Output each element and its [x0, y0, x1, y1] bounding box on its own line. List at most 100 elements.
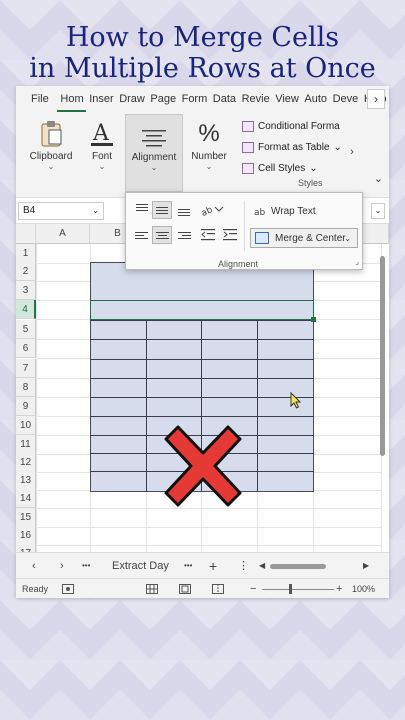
cell-styles-icon	[242, 163, 254, 174]
row-header-16[interactable]: 16	[16, 526, 36, 545]
column-header-a[interactable]: A	[36, 224, 90, 244]
svg-text:A: A	[92, 121, 110, 146]
menu-home[interactable]: Hom	[57, 86, 87, 112]
align-center-button[interactable]	[152, 226, 172, 244]
row-header-15[interactable]: 15	[16, 508, 36, 527]
page-layout-icon[interactable]	[179, 579, 191, 598]
headline-line-2: in Multiple Rows at Once	[29, 53, 376, 84]
row-header-7[interactable]: 7	[16, 359, 36, 378]
menu-insert[interactable]: Inser	[86, 86, 116, 112]
sheet-tab-extract-day[interactable]: Extract Day	[112, 553, 169, 579]
vertical-scrollbar-thumb[interactable]	[380, 256, 385, 456]
selection-range[interactable]	[90, 300, 314, 320]
orientation-button[interactable]: ab	[200, 201, 228, 219]
zoom-slider-knob[interactable]	[289, 584, 292, 594]
row-header-8[interactable]: 8	[16, 378, 36, 397]
format-as-table-button[interactable]: Format as Table ⌄	[242, 137, 342, 158]
chevron-down-icon[interactable]: ⌄	[344, 234, 351, 243]
ribbon-expand-chevron[interactable]: ⌄	[374, 172, 383, 185]
conditional-formatting-label: Conditional Forma	[258, 121, 340, 132]
row-header-13[interactable]: 13	[16, 471, 36, 490]
status-ready: Ready	[22, 584, 49, 594]
macro-record-icon[interactable]	[62, 579, 74, 598]
status-bar: Ready − + 100%	[16, 578, 389, 598]
ribbon-scroll-right[interactable]: ›	[342, 112, 362, 192]
row-header-1[interactable]: 1	[16, 244, 36, 263]
zoom-slider-track[interactable]	[262, 589, 334, 590]
row-header-9[interactable]: 9	[16, 397, 36, 416]
row-header-10[interactable]: 10	[16, 416, 36, 435]
sheet-more-button[interactable]: •••	[184, 553, 192, 579]
table-row-border	[90, 378, 314, 379]
increase-indent-button[interactable]	[220, 226, 240, 244]
conditional-formatting-button[interactable]: Conditional Forma	[242, 116, 342, 137]
hscroll-left-button[interactable]: ◀	[259, 553, 265, 579]
dialog-launcher-icon[interactable]: ⌟	[355, 257, 359, 266]
kebab-icon[interactable]: ⋮	[238, 553, 249, 579]
chevron-down-icon: ⌄	[47, 162, 55, 171]
row-header-2[interactable]: 2	[16, 262, 36, 281]
vertical-scrollbar[interactable]	[380, 246, 385, 546]
add-sheet-button[interactable]: +	[209, 553, 217, 579]
align-right-button[interactable]	[174, 226, 194, 244]
select-all-corner[interactable]	[16, 224, 36, 244]
row-header-5[interactable]: 5	[16, 320, 36, 339]
chevron-down-icon: ⌄	[333, 142, 342, 153]
row-header-14[interactable]: 14	[16, 489, 36, 508]
merge-center-button[interactable]: Merge & Center ⌄	[250, 228, 358, 248]
menu-automate[interactable]: Auto	[301, 86, 329, 112]
table-column-border	[257, 320, 258, 492]
sheet-overflow-button[interactable]: •••	[82, 553, 90, 579]
menu-data[interactable]: Data	[210, 86, 239, 112]
bottom-align-button[interactable]	[174, 201, 194, 219]
number-group[interactable]: % Number ⌄	[182, 114, 236, 192]
sheet-tab-bar: ‹ › ••• Extract Day ••• + ⋮ ◀ ▶	[16, 552, 389, 578]
page-break-icon[interactable]	[212, 579, 224, 598]
row-header-4[interactable]: 4	[16, 300, 36, 319]
menu-more-button[interactable]: ›	[367, 89, 385, 109]
gridline-column	[36, 244, 37, 552]
menu-file[interactable]: File	[28, 86, 51, 112]
top-align-button[interactable]	[132, 201, 152, 219]
middle-align-button[interactable]	[152, 201, 172, 219]
cell-styles-button[interactable]: Cell Styles ⌄	[242, 158, 342, 179]
chevron-down-icon: ⌄	[150, 163, 158, 172]
clipboard-group[interactable]: Clipboard ⌄	[22, 114, 80, 192]
zoom-in-button[interactable]: +	[336, 579, 342, 598]
hscroll-right-button[interactable]: ▶	[363, 553, 369, 579]
menu-review[interactable]: Revie	[239, 86, 273, 112]
name-box-value: B4	[23, 205, 36, 216]
font-group[interactable]: A Font ⌄	[76, 114, 128, 192]
decrease-indent-button[interactable]	[198, 226, 218, 244]
merge-center-icon	[255, 232, 269, 244]
formula-expand-button[interactable]: ⌄	[371, 203, 385, 219]
next-sheet-button[interactable]: ›	[60, 553, 64, 579]
row-header-11[interactable]: 11	[16, 435, 36, 454]
table-row-border	[90, 397, 314, 398]
align-left-button[interactable]	[132, 226, 152, 244]
alignment-dropdown-panel: ab ab Wrap Text Merge & Center ⌄ Alignme…	[125, 192, 363, 270]
zoom-out-button[interactable]: −	[250, 579, 256, 598]
number-label: Number	[191, 151, 227, 162]
zoom-level[interactable]: 100%	[352, 579, 375, 598]
chevron-down-icon: ⌄	[205, 162, 213, 171]
menu-page-layout[interactable]: Page	[147, 86, 178, 112]
fill-handle[interactable]	[311, 317, 316, 322]
name-box[interactable]: B4 ⌄	[18, 202, 104, 220]
row-header-3[interactable]: 3	[16, 281, 36, 300]
wrap-text-button[interactable]: ab Wrap Text	[254, 205, 316, 218]
menu-view[interactable]: View	[272, 86, 301, 112]
menu-draw[interactable]: Draw	[116, 86, 147, 112]
horizontal-scrollbar[interactable]	[270, 564, 326, 569]
headline: How to Merge Cells in Multiple Rows at O…	[0, 22, 405, 84]
decrease-indent-icon	[201, 229, 215, 241]
normal-view-icon[interactable]	[146, 579, 158, 598]
menu-developer[interactable]: Deve	[330, 86, 361, 112]
table-row-border	[90, 320, 314, 321]
row-header-6[interactable]: 6	[16, 339, 36, 358]
menu-formulas[interactable]: Form	[179, 86, 210, 112]
row-header-17[interactable]: 17	[16, 544, 36, 552]
alignment-group[interactable]: Alignment ⌄	[125, 114, 183, 192]
prev-sheet-button[interactable]: ‹	[32, 553, 36, 579]
row-header-12[interactable]: 12	[16, 453, 36, 472]
